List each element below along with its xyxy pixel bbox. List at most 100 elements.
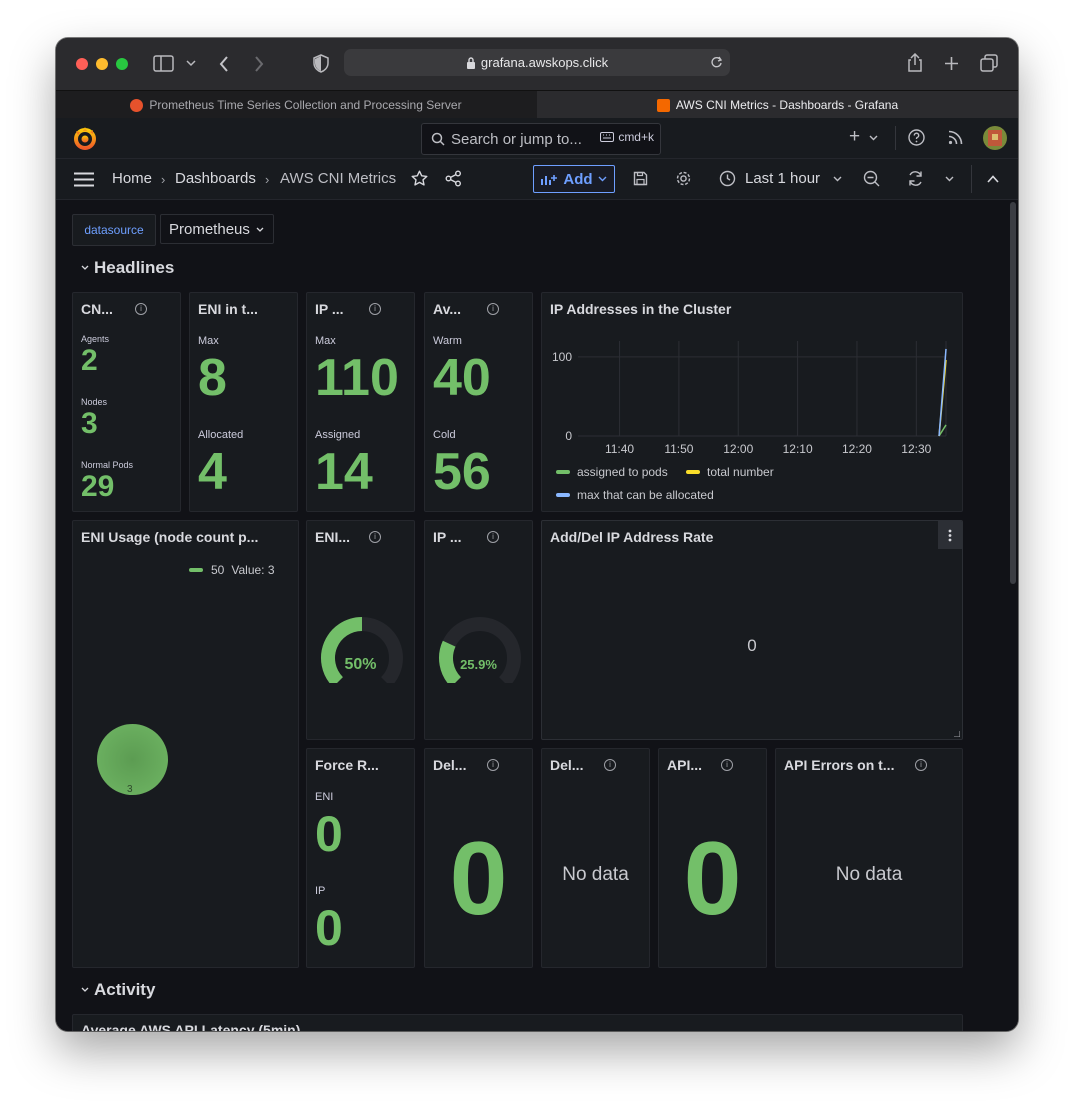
divider xyxy=(971,165,972,193)
breadcrumb-separator: › xyxy=(265,172,270,187)
panel-cni[interactable]: CN... i Agents 2 Nodes 3 Normal Pods 29 xyxy=(72,292,181,512)
breadcrumb-current: AWS CNI Metrics xyxy=(280,170,397,187)
panel-title: Add/Del IP Address Rate xyxy=(550,529,714,545)
panel-ip-gauge[interactable]: IP ... i 25.9% xyxy=(424,520,533,740)
panel-title: IP ... xyxy=(315,301,344,317)
legend-item[interactable]: assigned to pods xyxy=(556,465,668,479)
grafana-logo-icon[interactable] xyxy=(72,125,98,151)
refresh-icon[interactable] xyxy=(907,170,924,187)
star-icon[interactable] xyxy=(411,170,428,187)
shield-icon[interactable] xyxy=(313,54,329,73)
tab-prometheus[interactable]: Prometheus Time Series Collection and Pr… xyxy=(56,91,536,119)
menu-icon[interactable] xyxy=(74,172,94,187)
legend-swatch xyxy=(189,568,203,572)
settings-gear-icon[interactable] xyxy=(675,170,692,187)
info-icon[interactable]: i xyxy=(135,303,147,315)
info-icon[interactable]: i xyxy=(915,759,927,771)
stat-label: Agents xyxy=(81,334,110,344)
search-input[interactable]: Search or jump to... cmd+k xyxy=(421,123,661,155)
share-icon[interactable] xyxy=(906,53,924,73)
section-activity[interactable]: Activity xyxy=(94,980,155,1000)
new-tab-icon[interactable] xyxy=(944,56,959,71)
forward-icon[interactable] xyxy=(254,56,264,72)
panel-title: CN... xyxy=(81,301,113,317)
panel-menu-button[interactable] xyxy=(938,521,962,549)
legend-item[interactable]: max that can be allocated xyxy=(556,488,714,502)
resize-handle-icon[interactable] xyxy=(954,731,960,737)
panel-add-del-rate[interactable]: Add/Del IP Address Rate 0 xyxy=(541,520,963,740)
panel-title: Av... xyxy=(433,301,462,317)
add-panel-icon xyxy=(541,174,558,185)
time-range-picker[interactable]: Last 1 hour xyxy=(745,170,820,187)
stat-label: IP xyxy=(315,885,326,897)
sidebar-toggle-icon[interactable] xyxy=(153,55,175,72)
avatar[interactable] xyxy=(983,126,1007,150)
panel-api[interactable]: API... i 0 xyxy=(658,748,767,968)
stat-value: 0 xyxy=(683,821,742,937)
panel-ip-addresses-chart[interactable]: IP Addresses in the Cluster 0 100 11:40 11:… xyxy=(541,292,963,512)
chevron-down-icon[interactable] xyxy=(869,135,878,141)
stat-label: Max xyxy=(315,335,336,347)
close-window-button[interactable] xyxy=(76,58,88,70)
line-chart[interactable]: 0 100 11:40 11:50 12:00 12:10 12:20 12:30 xyxy=(542,329,962,461)
tab-grafana[interactable]: AWS CNI Metrics - Dashboards - Grafana xyxy=(537,91,1018,119)
x-tick-label: 11:50 xyxy=(664,442,693,456)
new-button[interactable]: + xyxy=(849,126,860,148)
legend-item[interactable]: 50 Value: 3 xyxy=(189,563,275,577)
share-icon[interactable] xyxy=(445,170,462,187)
panel-del-2[interactable]: Del... i No data xyxy=(541,748,650,968)
back-icon[interactable] xyxy=(219,56,229,72)
chevron-down-icon[interactable] xyxy=(186,60,196,68)
collapse-chevron-icon[interactable] xyxy=(81,987,89,992)
panel-aws-api-latency[interactable]: Average AWS API Latency (5min) xyxy=(72,1014,963,1031)
info-icon[interactable]: i xyxy=(369,303,381,315)
panel-ip[interactable]: IP ... i Max 110 Assigned 14 xyxy=(306,292,415,512)
datasource-select[interactable]: Prometheus xyxy=(160,214,274,244)
info-icon[interactable]: i xyxy=(369,531,381,543)
stat-value: 8 xyxy=(198,349,227,407)
panel-del-1[interactable]: Del... i 0 xyxy=(424,748,533,968)
panel-eni-usage[interactable]: ENI Usage (node count p... 50 Value: 3 3 xyxy=(72,520,299,968)
info-icon[interactable]: i xyxy=(604,759,616,771)
panel-title: Del... xyxy=(433,757,467,773)
breadcrumb-dashboards[interactable]: Dashboards xyxy=(175,170,256,187)
save-icon[interactable] xyxy=(633,171,648,186)
zoom-out-icon[interactable] xyxy=(863,170,880,187)
stat-value: 40 xyxy=(433,349,491,407)
address-bar[interactable]: grafana.awskops.click xyxy=(344,49,730,76)
info-icon[interactable]: i xyxy=(721,759,733,771)
help-icon[interactable] xyxy=(908,129,925,146)
panel-eni-gauge[interactable]: ENI... i 50% xyxy=(306,520,415,740)
info-icon[interactable]: i xyxy=(487,531,499,543)
news-feed-icon[interactable] xyxy=(948,130,963,145)
breadcrumb-home[interactable]: Home xyxy=(112,170,152,187)
chevron-down-icon xyxy=(256,227,264,232)
title-bar: grafana.awskops.click xyxy=(56,38,1018,90)
tab-overview-icon[interactable] xyxy=(980,54,998,72)
gauge-value: 50% xyxy=(344,656,377,673)
panel-force-release[interactable]: Force R... ENI 0 IP 0 xyxy=(306,748,415,968)
search-placeholder: Search or jump to... xyxy=(451,130,582,148)
reload-icon[interactable] xyxy=(710,56,723,69)
stat-value: 14 xyxy=(315,443,373,501)
series-line-3[interactable] xyxy=(938,348,947,437)
collapse-chevron-icon[interactable] xyxy=(81,265,89,270)
info-icon[interactable]: i xyxy=(487,759,499,771)
chevron-down-icon[interactable] xyxy=(833,176,842,182)
info-icon[interactable]: i xyxy=(487,303,499,315)
panel-eni-in-cluster[interactable]: ENI in t... Max 8 Allocated 4 xyxy=(189,292,298,512)
legend-item[interactable]: total number xyxy=(686,465,774,479)
panel-api-errors[interactable]: API Errors on t... i No data xyxy=(775,748,963,968)
chevron-down-icon[interactable] xyxy=(945,176,954,182)
tab-bar: Prometheus Time Series Collection and Pr… xyxy=(56,90,1018,119)
browser-window: grafana.awskops.click Prometheus Time Se… xyxy=(56,38,1018,1031)
clock-icon[interactable] xyxy=(719,170,736,187)
zoom-window-button[interactable] xyxy=(116,58,128,70)
scrollbar[interactable] xyxy=(1010,202,1016,584)
minimize-window-button[interactable] xyxy=(96,58,108,70)
tab-label: AWS CNI Metrics - Dashboards - Grafana xyxy=(675,98,899,112)
section-headlines[interactable]: Headlines xyxy=(94,258,174,278)
add-button[interactable]: Add xyxy=(533,165,615,193)
panel-available[interactable]: Av... i Warm 40 Cold 56 xyxy=(424,292,533,512)
chevron-up-icon[interactable] xyxy=(987,175,999,183)
